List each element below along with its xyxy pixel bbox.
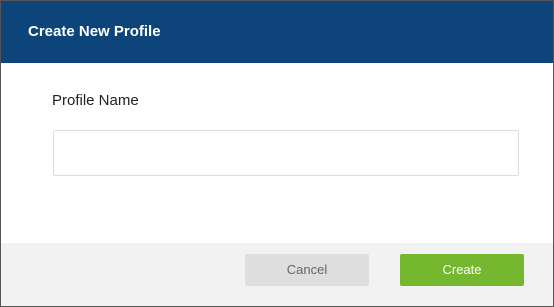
cancel-button[interactable]: Cancel: [245, 254, 369, 286]
dialog-header: Create New Profile: [1, 1, 553, 63]
profile-name-label: Profile Name: [52, 92, 139, 109]
create-button[interactable]: Create: [400, 254, 524, 286]
dialog-footer: Cancel Create: [1, 243, 553, 306]
dialog-title: Create New Profile: [28, 23, 161, 40]
profile-name-input[interactable]: [53, 130, 519, 176]
create-profile-dialog: Create New Profile Profile Name Cancel C…: [0, 0, 554, 307]
